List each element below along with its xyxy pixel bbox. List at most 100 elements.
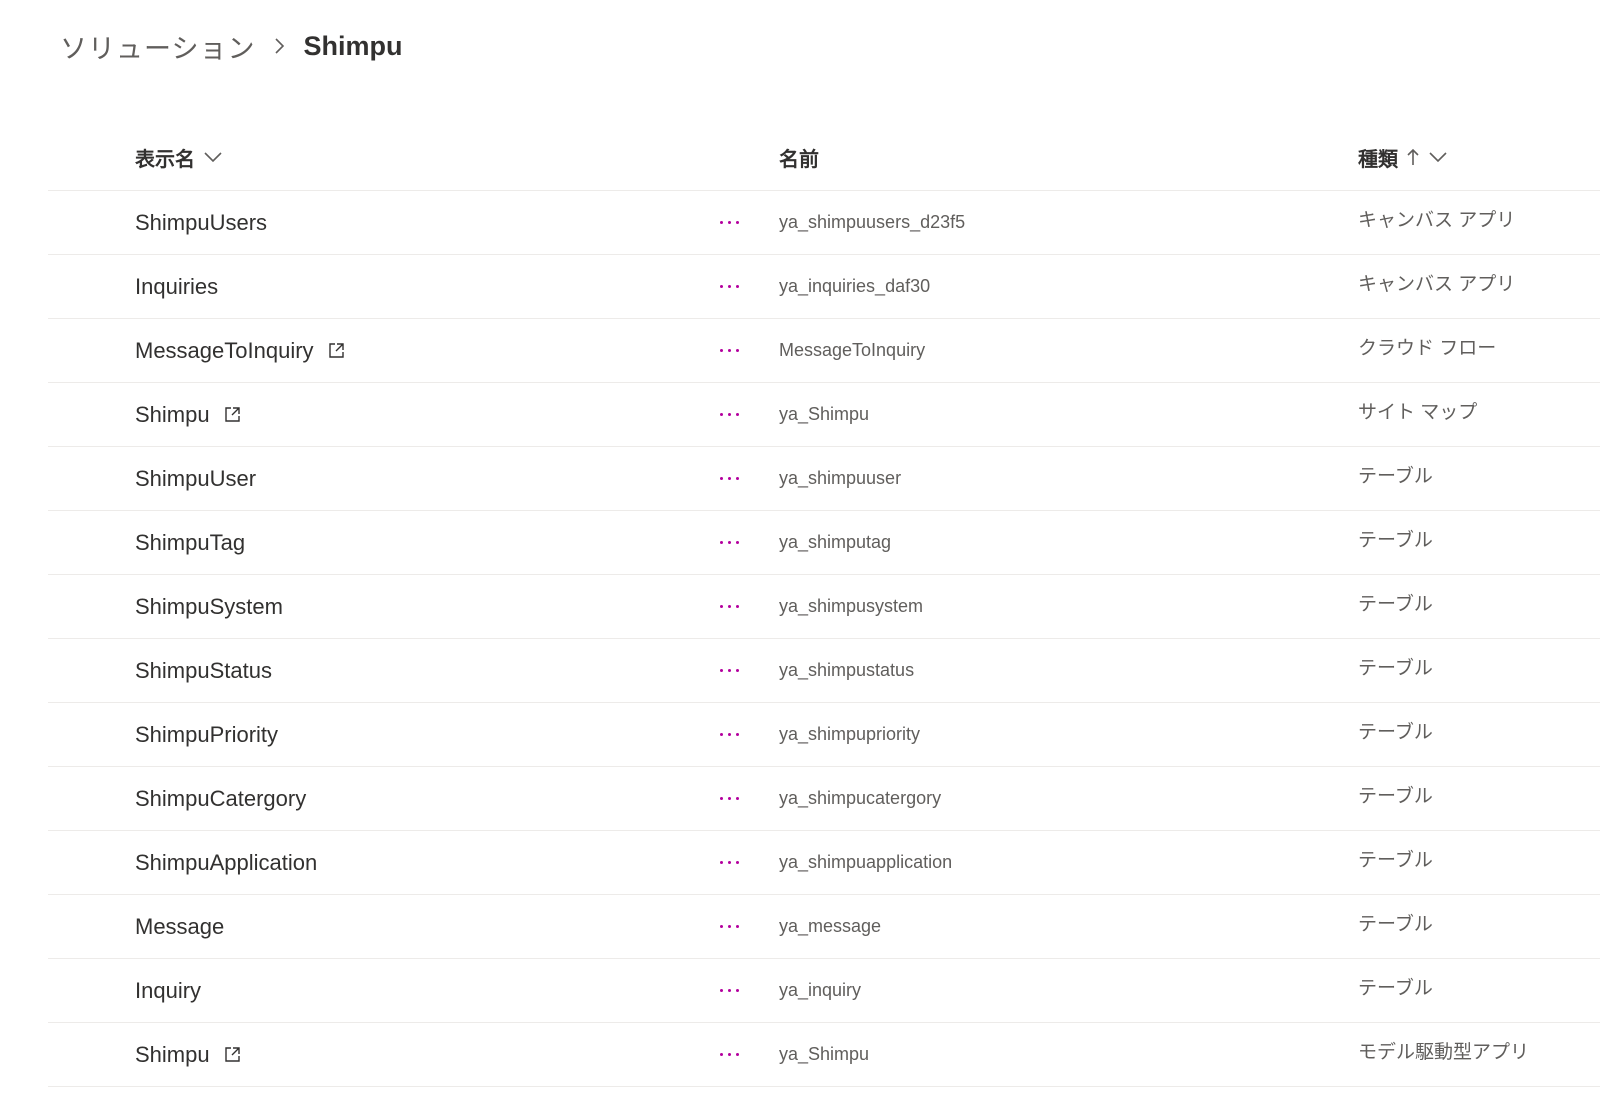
more-options-dots [719, 669, 739, 672]
table-row[interactable]: ShimpuUser ya_shimpuuser テーブル [48, 447, 1600, 511]
row-display-name-label: ShimpuApplication [135, 849, 318, 875]
column-header-type[interactable]: 種類 [1358, 124, 1448, 190]
column-header-display-name[interactable]: 表示名 [135, 124, 223, 190]
more-options-dots [719, 349, 739, 352]
table-row[interactable]: MessageToInquiry MessageToInquiry クラウド フロー [48, 319, 1600, 383]
row-name: ya_shimpusystem [779, 596, 924, 616]
more-options-icon[interactable] [714, 191, 744, 254]
table-row[interactable]: Shimpu ya_Shimpu モデル駆動型アプリ [48, 1023, 1600, 1087]
more-options-icon[interactable] [714, 1023, 744, 1086]
row-type: テーブル [1358, 914, 1433, 935]
more-options-icon[interactable] [714, 575, 744, 638]
row-display-name-label: MessageToInquiry [135, 337, 314, 363]
more-options-dots [719, 605, 739, 608]
row-type: サイト マップ [1358, 402, 1478, 423]
table-row[interactable]: ShimpuApplication ya_shimpuapplication テーブ… [48, 831, 1600, 895]
row-type: キャンバス アプリ [1358, 210, 1516, 231]
row-display-name[interactable]: Message [135, 895, 224, 958]
row-type: テーブル [1358, 850, 1433, 871]
row-name: ya_inquiry [779, 980, 862, 1000]
more-options-icon[interactable] [714, 639, 744, 702]
more-options-icon[interactable] [714, 255, 744, 318]
row-display-name-label: ShimpuPriority [135, 721, 279, 747]
row-display-name[interactable]: ShimpuApplication [135, 831, 317, 894]
row-display-name-label: Inquiries [135, 273, 219, 299]
more-options-icon[interactable] [714, 447, 744, 510]
row-display-name-label: ShimpuCatergory [135, 785, 307, 811]
table-row[interactable]: ShimpuTag ya_shimputag テーブル [48, 511, 1600, 575]
more-options-dots [719, 733, 739, 736]
more-options-icon[interactable] [714, 703, 744, 766]
row-display-name-label: ShimpuUser [135, 465, 257, 491]
row-display-name-label: Inquiry [135, 977, 202, 1003]
chevron-right-icon [269, 36, 289, 56]
row-display-name[interactable]: ShimpuPriority [135, 703, 278, 766]
table-row[interactable]: ShimpuUsers ya_shimpuusers_d23f5 キャンバス アプリ [48, 191, 1600, 255]
row-type: テーブル [1358, 786, 1433, 807]
more-options-icon[interactable] [714, 831, 744, 894]
row-type: テーブル [1358, 466, 1433, 487]
table-row[interactable]: Inquiry ya_inquiry テーブル [48, 959, 1600, 1023]
row-display-name[interactable]: Inquiry [135, 959, 201, 1022]
row-name: ya_shimpuuser [779, 468, 902, 488]
more-options-icon[interactable] [714, 895, 744, 958]
row-display-name[interactable]: ShimpuTag [135, 511, 245, 574]
row-display-name-label: Message [135, 913, 225, 939]
row-type: キャンバス アプリ [1358, 274, 1516, 295]
chevron-down-icon [203, 150, 223, 164]
row-name: ya_shimpustatus [779, 660, 915, 680]
column-header-name-label: 名前 [779, 148, 819, 171]
column-header-name[interactable]: 名前 [779, 124, 819, 190]
open-in-new-icon[interactable] [328, 342, 345, 359]
breadcrumb-solutions-link[interactable]: ソリューション [60, 27, 255, 66]
row-display-name[interactable]: Shimpu [135, 383, 241, 446]
open-in-new-icon[interactable] [224, 1046, 241, 1063]
open-in-new-icon[interactable] [224, 406, 241, 423]
row-display-name[interactable]: MessageToInquiry [135, 319, 345, 382]
table-row[interactable]: Inquiries ya_inquiries_daf30 キャンバス アプリ [48, 255, 1600, 319]
row-name: ya_Shimpu [779, 404, 870, 424]
more-options-icon[interactable] [714, 511, 744, 574]
row-display-name-label: ShimpuUsers [135, 209, 268, 235]
more-options-icon[interactable] [714, 959, 744, 1022]
row-name: ya_shimpuapplication [779, 852, 953, 872]
table-row[interactable]: ShimpuSystem ya_shimpusystem テーブル [48, 575, 1600, 639]
more-options-dots [719, 1053, 739, 1056]
table-row[interactable]: ShimpuCatergory ya_shimpucatergory テーブル [48, 767, 1600, 831]
more-options-icon[interactable] [714, 383, 744, 446]
more-options-dots [719, 989, 739, 992]
chevron-down-icon [1428, 150, 1448, 164]
row-display-name[interactable]: Inquiries [135, 255, 218, 318]
grid-body: ShimpuUsers ya_shimpuusers_d23f5 キャンバス アプリ… [48, 191, 1600, 1087]
row-name: ya_shimpupriority [779, 724, 921, 744]
table-row[interactable]: ShimpuStatus ya_shimpustatus テーブル [48, 639, 1600, 703]
more-options-icon[interactable] [714, 767, 744, 830]
row-display-name[interactable]: ShimpuUsers [135, 191, 267, 254]
more-options-dots [719, 413, 739, 416]
row-display-name[interactable]: ShimpuCatergory [135, 767, 306, 830]
page-title: Shimpu [303, 30, 403, 61]
row-display-name-label: ShimpuStatus [135, 657, 272, 683]
table-row[interactable]: Message ya_message テーブル [48, 895, 1600, 959]
row-display-name[interactable]: ShimpuStatus [135, 639, 272, 702]
row-type: テーブル [1358, 594, 1433, 615]
table-row[interactable]: ShimpuPriority ya_shimpupriority テーブル [48, 703, 1600, 767]
row-type: クラウド フロー [1358, 338, 1497, 359]
row-display-name-label: ShimpuTag [135, 529, 246, 555]
table-row[interactable]: Shimpu ya_Shimpu サイト マップ [48, 383, 1600, 447]
more-options-dots [719, 477, 739, 480]
row-type: テーブル [1358, 978, 1433, 999]
more-options-dots [719, 797, 739, 800]
row-display-name[interactable]: Shimpu [135, 1023, 241, 1086]
row-name: ya_shimputag [779, 532, 892, 552]
row-name: ya_Shimpu [779, 1044, 870, 1064]
row-type: モデル駆動型アプリ [1358, 1042, 1530, 1063]
row-display-name[interactable]: ShimpuSystem [135, 575, 283, 638]
row-name: ya_inquiries_daf30 [779, 276, 931, 296]
more-options-dots [719, 541, 739, 544]
more-options-icon[interactable] [714, 319, 744, 382]
row-display-name-label: ShimpuSystem [135, 593, 283, 619]
row-name: MessageToInquiry [779, 340, 926, 360]
row-type: テーブル [1358, 722, 1433, 743]
row-display-name[interactable]: ShimpuUser [135, 447, 256, 510]
